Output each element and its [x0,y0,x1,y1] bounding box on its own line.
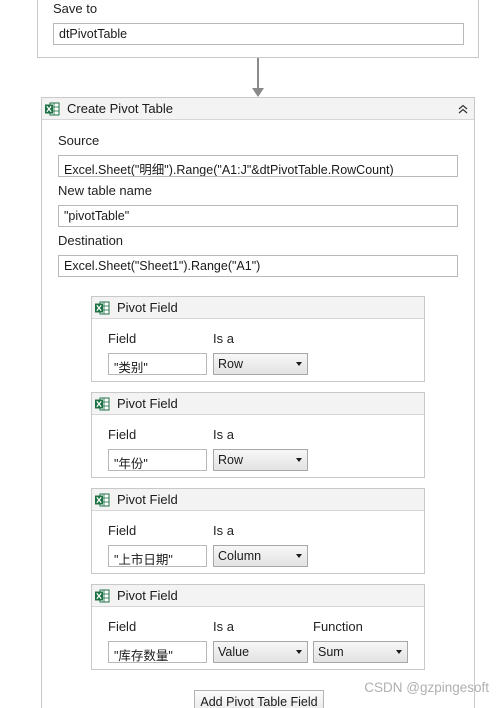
field-type-value: Column [218,549,262,563]
activity-title: Create Pivot Table [67,101,173,116]
pivot-field-card[interactable]: Pivot Field Field Is a Function "库存数量" V… [91,584,425,670]
double-chevron-up-icon[interactable] [455,101,471,117]
function-label: Function [313,619,363,634]
is-a-label: Is a [213,427,234,442]
pivot-field-header[interactable]: Pivot Field [92,489,424,511]
is-a-label: Is a [213,619,234,634]
field-label: Field [108,523,137,538]
function-value: Sum [318,645,344,659]
pivot-field-card[interactable]: Pivot Field Field Is a "上市日期" Column [91,488,425,574]
destination-field[interactable]: Excel.Sheet("Sheet1").Range("A1") [58,255,458,277]
function-dropdown[interactable]: Sum [313,641,408,663]
excel-icon [95,301,110,315]
field-type-dropdown[interactable]: Column [213,545,308,567]
add-pivot-table-field-button[interactable]: Add Pivot Table Field [194,690,324,708]
pivot-field-header[interactable]: Pivot Field [92,585,424,607]
pivot-field-header[interactable]: Pivot Field [92,297,424,319]
new-table-name-field[interactable]: "pivotTable" [58,205,458,227]
new-table-name-label: New table name [58,183,152,198]
pivot-field-title: Pivot Field [117,588,178,603]
field-name-input[interactable]: "上市日期" [108,545,207,567]
excel-icon [95,589,110,603]
dropdown-arrow-icon [296,650,302,654]
pivot-field-title: Pivot Field [117,300,178,315]
sequence-arrow-icon [252,88,264,97]
dropdown-arrow-icon [296,362,302,366]
excel-icon [95,493,110,507]
field-label: Field [108,331,137,346]
field-type-value: Value [218,645,250,659]
activity-header[interactable]: Create Pivot Table [42,98,474,120]
is-a-label: Is a [213,331,234,346]
sequence-connector [257,58,259,89]
pivot-field-card[interactable]: Pivot Field Field Is a "年份" Row [91,392,425,478]
field-name-input[interactable]: "库存数量" [108,641,207,663]
excel-icon [95,397,110,411]
source-field[interactable]: Excel.Sheet("明细").Range("A1:J"&dtPivotTa… [58,155,458,177]
watermark: CSDN @gzpingesoft [364,680,489,695]
source-label: Source [58,133,100,148]
pivot-field-title: Pivot Field [117,492,178,507]
field-type-dropdown[interactable]: Row [213,353,308,375]
save-to-field[interactable]: dtPivotTable [53,23,464,45]
destination-label: Destination [58,233,124,248]
field-label: Field [108,427,137,442]
field-type-dropdown[interactable]: Row [213,449,308,471]
create-pivot-table-activity[interactable]: Create Pivot Table Source Excel.Sheet("明… [41,97,475,708]
is-a-label: Is a [213,523,234,538]
field-label: Field [108,619,137,634]
workflow-canvas: Save to dtPivotTable Create Pivot Table [0,0,503,708]
pivot-field-header[interactable]: Pivot Field [92,393,424,415]
dropdown-arrow-icon [396,650,402,654]
dropdown-arrow-icon [296,554,302,558]
dropdown-arrow-icon [296,458,302,462]
field-name-input[interactable]: "类别" [108,353,207,375]
pivot-field-card[interactable]: Pivot Field Field Is a "类别" Row [91,296,425,382]
field-type-value: Row [218,453,244,467]
excel-icon [45,102,60,116]
field-type-value: Row [218,357,244,371]
field-type-dropdown[interactable]: Value [213,641,308,663]
field-name-input[interactable]: "年份" [108,449,207,471]
assign-activity-card: Save to dtPivotTable [37,0,479,58]
pivot-field-title: Pivot Field [117,396,178,411]
save-to-label: Save to [53,1,98,16]
